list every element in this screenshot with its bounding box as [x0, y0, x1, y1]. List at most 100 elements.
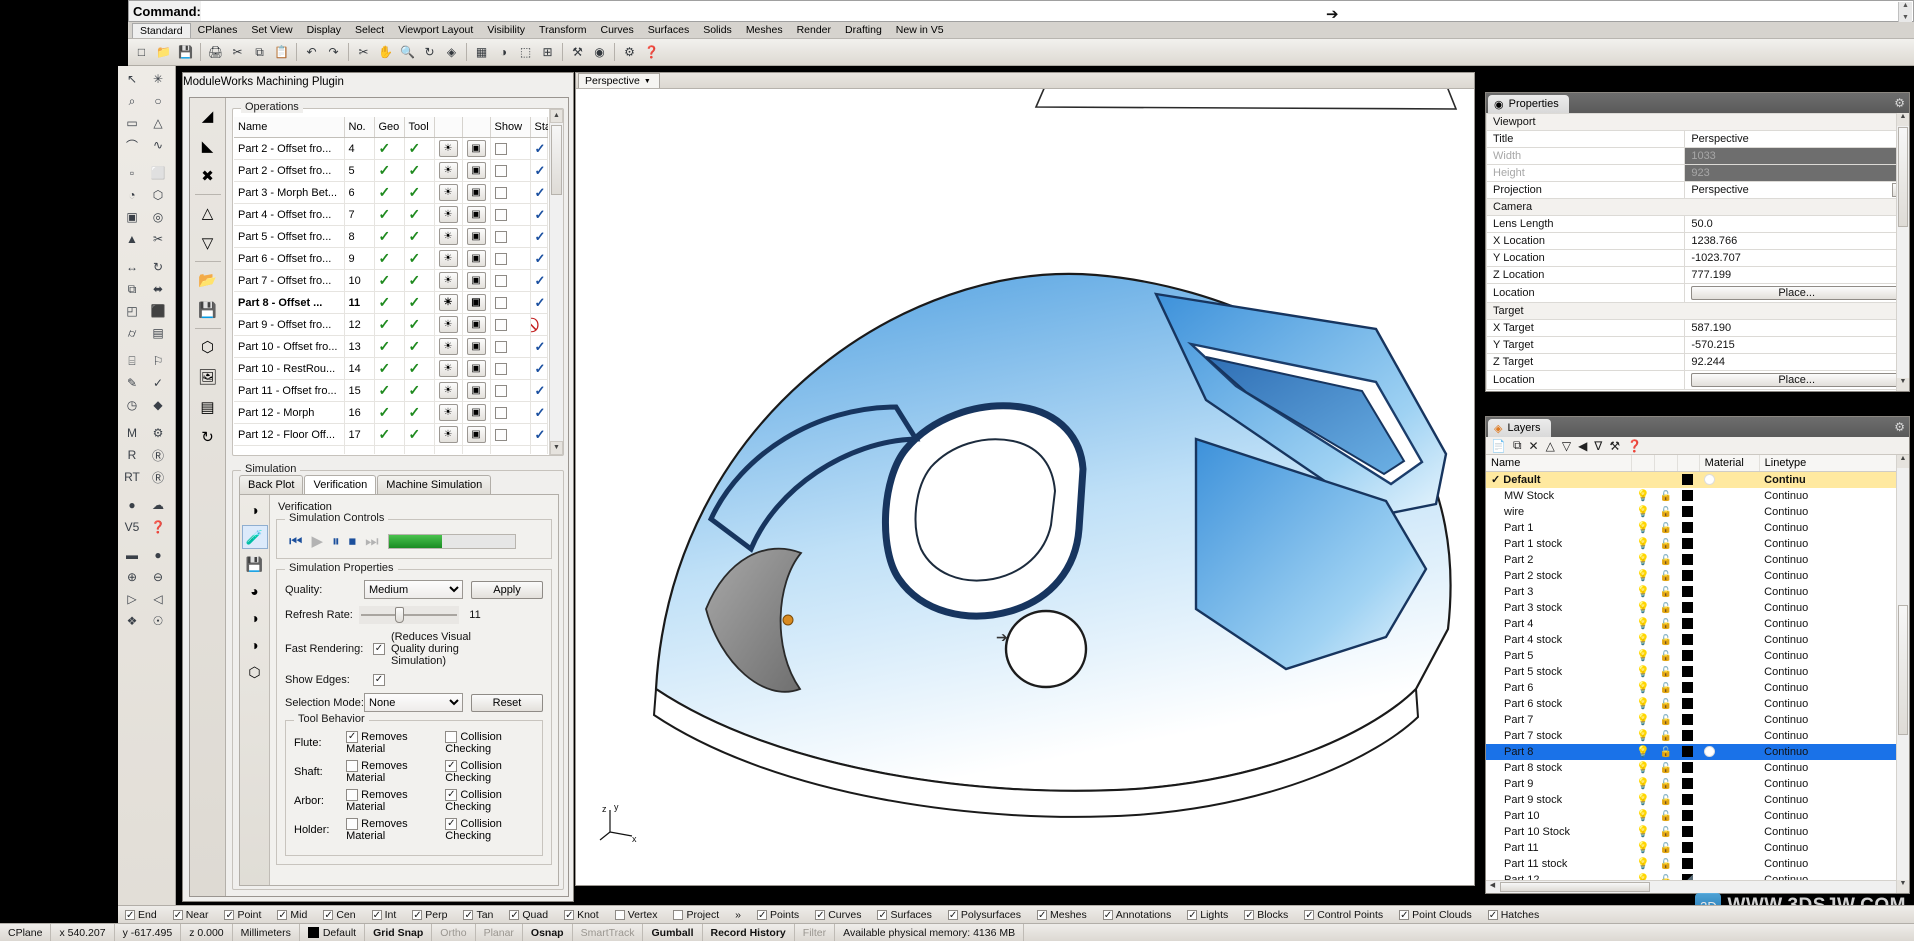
apply-button[interactable]: Apply — [471, 580, 543, 599]
layer-lock-cell[interactable]: 🔓 — [1655, 808, 1677, 824]
lightbulb-icon[interactable]: 💡 — [1636, 666, 1650, 678]
operation-geometry-button-cell[interactable]: ☀ — [434, 225, 463, 248]
filter-annotations[interactable]: Annotations — [1096, 909, 1178, 921]
layer-row[interactable]: ✓ Default Continu — [1486, 471, 1909, 488]
osnap-checkbox[interactable] — [614, 909, 625, 920]
lightbulb-icon[interactable]: 💡 — [1636, 794, 1650, 806]
color-swatch-icon[interactable] — [1682, 554, 1694, 566]
osnap-project[interactable]: Project — [666, 909, 726, 921]
module-m-icon[interactable]: M — [119, 422, 145, 444]
perspective-viewport[interactable]: Perspective ▼ z y x ➔ — [575, 72, 1475, 886]
menu-item-display[interactable]: Display — [300, 23, 348, 37]
operation-tool-button-cell[interactable]: ▣ — [462, 423, 491, 446]
table-row[interactable]: Part 2 - Offset fro... 5 ✓ ✓ ☀ ▣ ✓ — [234, 159, 548, 182]
layer-row[interactable]: Part 3 stock 💡 🔓 Continuo — [1486, 600, 1909, 616]
layer-material-cell[interactable] — [1699, 648, 1759, 664]
layer-material-cell[interactable] — [1699, 536, 1759, 552]
sim-forward-button[interactable]: ⏭ — [365, 533, 379, 550]
operation-geometry-button-cell[interactable]: ☀ — [434, 335, 463, 358]
layer-material-cell[interactable] — [1699, 712, 1759, 728]
operation-show-cell[interactable] — [490, 247, 531, 270]
layers-column-icon2[interactable] — [1654, 455, 1678, 472]
layer-lock-cell[interactable]: 🔓 — [1655, 616, 1677, 632]
layer-color-cell[interactable] — [1677, 696, 1699, 712]
command-scrollbar[interactable]: ▲ ▼ — [1898, 2, 1912, 22]
unlock-icon[interactable]: 🔓 — [1660, 779, 1672, 790]
osnap-checkbox[interactable] — [172, 909, 183, 920]
op-move-up-icon[interactable]: △ — [193, 199, 223, 227]
osnap-checkbox[interactable] — [509, 909, 520, 920]
operation-show-checkbox[interactable] — [494, 274, 507, 287]
tool-settings-icon[interactable]: ▣ — [466, 404, 486, 421]
osnap-checkbox[interactable] — [371, 909, 382, 920]
array-icon[interactable]: ◰ — [119, 300, 145, 322]
menu-item-new-in-v5[interactable]: New in V5 — [889, 23, 951, 37]
tool-settings-icon[interactable]: ▣ — [466, 426, 486, 443]
unlock-icon[interactable]: 🔓 — [1660, 715, 1672, 726]
menu-item-drafting[interactable]: Drafting — [838, 23, 889, 37]
ops-scroll-thumb[interactable] — [551, 125, 562, 195]
layer-color-cell[interactable] — [1677, 488, 1699, 504]
layers-hscroll-thumb[interactable] — [1500, 882, 1650, 892]
property-value[interactable]: 587.190 — [1684, 319, 1909, 337]
unlock-icon[interactable]: 🔓 — [1660, 555, 1672, 566]
layer-row[interactable]: Part 5 stock 💡 🔓 Continuo — [1486, 664, 1909, 680]
lightbulb-icon[interactable]: 💡 — [1636, 618, 1650, 630]
layers-gear-icon[interactable]: ⚙ — [1894, 420, 1905, 434]
operation-show-cell[interactable] — [490, 313, 531, 336]
color-swatch-icon[interactable] — [1682, 490, 1694, 502]
layer-lock-cell[interactable]: 🔓 — [1655, 776, 1677, 792]
extrude-icon[interactable]: ⬛ — [145, 300, 171, 322]
help-icon[interactable]: ❓ — [641, 42, 662, 63]
layout-icon[interactable]: ⊞ — [537, 42, 558, 63]
osnap-checkbox[interactable] — [463, 909, 474, 920]
operation-show-cell[interactable] — [490, 269, 531, 292]
layer-visibility-cell[interactable]: 💡 — [1631, 600, 1655, 616]
props-scroll-thumb[interactable] — [1898, 127, 1908, 227]
duplicate-layer-icon[interactable]: ⧉ — [1513, 438, 1522, 453]
operation-show-cell[interactable] — [490, 203, 531, 226]
tool-settings-icon[interactable]: ▣ — [466, 250, 486, 267]
layer-row[interactable]: Part 2 stock 💡 🔓 Continuo — [1486, 568, 1909, 584]
layer-row[interactable]: Part 2 💡 🔓 Continuo — [1486, 552, 1909, 568]
operation-show-checkbox[interactable] — [494, 406, 507, 419]
layer-row[interactable]: Part 8 stock 💡 🔓 Continuo — [1486, 760, 1909, 776]
sim-save-icon[interactable]: 💾 — [242, 552, 268, 576]
layer-visibility-cell[interactable]: 💡 — [1631, 792, 1655, 808]
collision-checking-checkbox[interactable] — [445, 731, 458, 744]
property-value[interactable]: -570.215 — [1684, 336, 1909, 354]
layer-material-cell[interactable] — [1699, 664, 1759, 680]
layer-material-cell[interactable] — [1699, 568, 1759, 584]
operation-show-checkbox[interactable] — [494, 142, 507, 155]
toggle-filter[interactable]: Filter — [795, 924, 836, 941]
tab-properties[interactable]: ◉ Properties — [1488, 95, 1569, 113]
layer-row[interactable]: Part 9 stock 💡 🔓 Continuo — [1486, 792, 1909, 808]
properties-row[interactable]: X Target 587.190 — [1486, 319, 1909, 337]
sim-pause-button[interactable]: ⏸ — [332, 533, 340, 550]
dimension-icon[interactable]: ✎ — [119, 372, 145, 394]
color-swatch-icon[interactable] — [1682, 666, 1694, 678]
box-icon[interactable]: ▣ — [119, 206, 145, 228]
color-swatch-icon[interactable] — [1682, 730, 1694, 742]
unlock-icon[interactable]: 🔓 — [1660, 523, 1672, 534]
osnap-mid[interactable]: Mid — [270, 909, 314, 921]
new-file-icon[interactable]: □ — [131, 42, 152, 63]
env-icon[interactable]: ☁ — [145, 494, 171, 516]
save-icon[interactable]: 💾 — [175, 42, 196, 63]
tools-icon[interactable]: ⚒ — [567, 42, 588, 63]
properties-gear-icon[interactable]: ⚙ — [1894, 96, 1905, 110]
layer-visibility-cell[interactable]: 💡 — [1631, 824, 1655, 840]
op-refresh-icon[interactable]: ↻ — [193, 423, 223, 451]
properties-row[interactable]: Y Target -570.215 — [1486, 336, 1909, 354]
operation-tool-button-cell[interactable]: ▣ — [462, 159, 491, 182]
props-scroll-up-icon[interactable]: ▲ — [1897, 113, 1909, 126]
layer-help-icon[interactable]: ❓ — [1627, 439, 1642, 453]
geometry-settings-icon[interactable]: ☀ — [438, 338, 458, 355]
geometry-settings-icon[interactable]: ☀ — [438, 272, 458, 289]
mirror-icon[interactable]: ⬌ — [145, 278, 171, 300]
operation-tool-button-cell[interactable]: ▣ — [462, 291, 491, 314]
table-row[interactable]: Part 6 - Offset fro... 9 ✓ ✓ ☀ ▣ ✓ — [234, 247, 548, 270]
layers-scroll-up-icon[interactable]: ▲ — [1897, 455, 1909, 468]
operation-show-checkbox[interactable] — [494, 230, 507, 243]
operations-column-status[interactable]: Status — [530, 117, 548, 138]
